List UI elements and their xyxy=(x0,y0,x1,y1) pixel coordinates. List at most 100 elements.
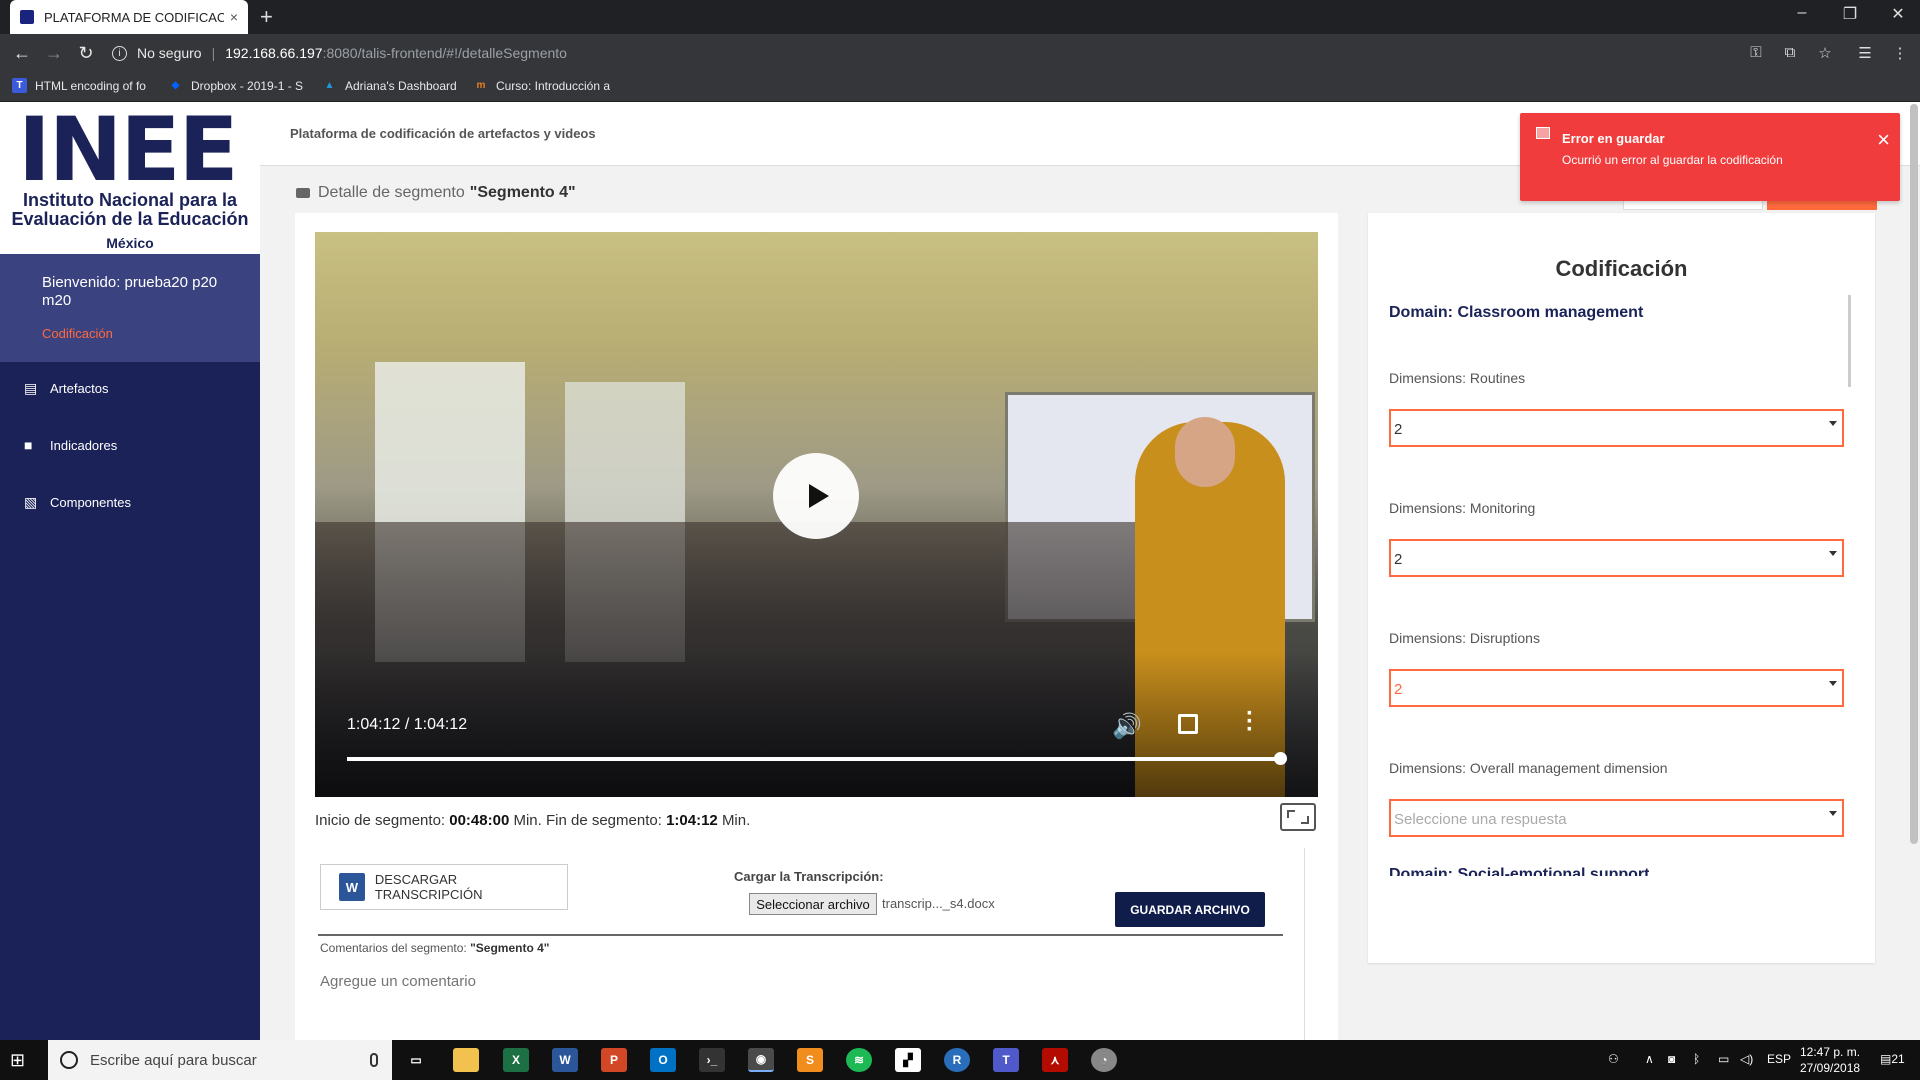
microphone-icon[interactable] xyxy=(370,1053,378,1067)
volume-icon[interactable]: 🔊 xyxy=(1112,712,1142,741)
clock[interactable]: 12:47 p. m. 27/09/2018 xyxy=(1800,1044,1860,1076)
sublime-icon[interactable]: S xyxy=(797,1048,823,1072)
tray-chevron-icon[interactable]: ∧ xyxy=(1645,1052,1654,1066)
language-indicator[interactable]: ESP xyxy=(1767,1052,1791,1066)
menu-kebab-icon[interactable]: ⋮ xyxy=(1890,44,1910,62)
minimize-icon[interactable]: – xyxy=(1782,4,1822,22)
sidebar-item-componentes[interactable]: ▧ Componentes xyxy=(24,494,131,510)
comments-segment-name: "Segmento 4" xyxy=(470,941,550,955)
monitoring-select[interactable]: 2 xyxy=(1389,539,1844,577)
bookmark-label: Dropbox - 2019-1 - S xyxy=(191,78,304,93)
page-scrollbar[interactable] xyxy=(1910,104,1918,844)
chevron-down-icon xyxy=(1829,551,1837,556)
download-transcript-label: DESCARGAR TRANSCRIPCIÓN xyxy=(374,872,483,902)
selected-file-name: transcrip..._s4.docx xyxy=(882,896,995,911)
tray-app-icon[interactable]: ◙ xyxy=(1668,1052,1675,1066)
save-file-button[interactable]: GUARDAR ARCHIVO xyxy=(1115,892,1265,927)
segment-end-label: Fin de segmento: xyxy=(545,812,662,829)
tab-close-icon[interactable]: × xyxy=(230,9,238,25)
domain-title: Domain: Social-emotional support xyxy=(1389,866,1650,876)
user-role[interactable]: Codificación xyxy=(42,326,113,341)
notification-count: 21 xyxy=(1891,1052,1905,1066)
teams-icon[interactable]: T xyxy=(993,1048,1019,1072)
video-time: 1:04:12 / 1:04:12 xyxy=(347,716,468,733)
task-view-icon[interactable]: ▭ xyxy=(403,1048,429,1072)
new-tab-button[interactable]: + xyxy=(260,4,273,30)
domain-title: Domain: Classroom management xyxy=(1389,304,1644,321)
close-icon[interactable]: × xyxy=(1877,127,1890,153)
sidebar-item-indicadores[interactable]: ■ Indicadores xyxy=(24,437,117,453)
expand-icon[interactable] xyxy=(1280,803,1316,831)
acrobat-icon[interactable]: ⋏ xyxy=(1042,1048,1068,1072)
upload-transcript-label: Cargar la Transcripción: xyxy=(734,869,884,884)
extension-icon[interactable]: ☰ xyxy=(1855,44,1875,62)
chrome-icon[interactable]: ◉ xyxy=(748,1048,774,1072)
speaker-icon[interactable]: ◁) xyxy=(1740,1052,1753,1066)
excel-icon[interactable]: X xyxy=(503,1048,529,1072)
taskbar-search[interactable]: Escribe aquí para buscar xyxy=(48,1040,392,1080)
windows-start-icon[interactable]: ⊞ xyxy=(10,1050,25,1071)
overall-management-select[interactable]: Seleccione una respuesta xyxy=(1389,799,1844,837)
play-button[interactable] xyxy=(773,453,859,539)
notifications-icon[interactable]: ▤21 xyxy=(1880,1052,1905,1066)
bookmark-label: Curso: Introducción a xyxy=(495,78,610,93)
powerpoint-icon[interactable]: P xyxy=(601,1048,627,1072)
site-favicon-icon xyxy=(20,10,34,24)
restore-icon[interactable]: ❐ xyxy=(1830,4,1870,24)
logo-text-line3: México xyxy=(106,235,154,251)
coding-panel xyxy=(1368,213,1875,963)
url-field[interactable]: i No seguro | 192.168.66.197 :8080/talis… xyxy=(112,40,1752,66)
network-icon[interactable]: ▭ xyxy=(1718,1052,1729,1066)
coding-scrollbar[interactable] xyxy=(1848,295,1851,387)
error-image-icon xyxy=(1536,127,1550,139)
page-title-prefix: Detalle de segmento xyxy=(318,184,465,201)
key-icon[interactable]: ⚿ xyxy=(1746,44,1766,61)
sticky-notes-icon[interactable]: ▞ xyxy=(895,1048,921,1072)
bookmark-item[interactable]: ▲ Adriana's Dashboard xyxy=(322,78,462,93)
bookmark-item[interactable]: T HTML encoding of fo xyxy=(12,78,152,93)
r-icon[interactable]: R xyxy=(944,1048,970,1072)
back-icon[interactable]: ← xyxy=(10,43,34,64)
info-icon[interactable]: i xyxy=(112,45,127,61)
video-more-icon[interactable]: · · · xyxy=(1246,702,1254,742)
video-progress-bar[interactable] xyxy=(347,757,1280,761)
divider xyxy=(1304,848,1305,1040)
file-explorer-icon[interactable] xyxy=(453,1048,479,1072)
word-icon[interactable]: W xyxy=(552,1048,578,1072)
coding-title: Codificación xyxy=(1555,256,1688,281)
outlook-icon[interactable]: O xyxy=(650,1048,676,1072)
terminal-icon[interactable]: ›_ xyxy=(699,1048,725,1072)
video-progress-knob[interactable] xyxy=(1274,752,1287,765)
error-toast: Error en guardar Ocurrió un error al gua… xyxy=(1520,113,1900,201)
choose-file-button[interactable]: Seleccionar archivo xyxy=(749,893,877,915)
app-icon[interactable]: ◔ xyxy=(1091,1048,1117,1072)
translate-icon[interactable]: ⧉ xyxy=(1780,44,1800,61)
segment-start-value: 00:48:00 xyxy=(449,812,510,829)
tab-title: PLATAFORMA DE CODIFICACIÓN xyxy=(44,9,224,25)
welcome-text: Bienvenido: prueba20 p20 m20 xyxy=(42,274,218,309)
clock-date: 27/09/2018 xyxy=(1800,1061,1861,1075)
spotify-icon[interactable]: ≋ xyxy=(846,1048,872,1072)
chevron-down-icon xyxy=(1829,681,1837,686)
comment-input[interactable] xyxy=(320,970,1260,992)
forward-icon[interactable]: → xyxy=(42,43,66,64)
fullscreen-icon[interactable] xyxy=(1178,714,1198,734)
bookmark-star-icon[interactable]: ☆ xyxy=(1815,44,1835,62)
bluetooth-icon[interactable]: ᛒ xyxy=(1693,1052,1700,1066)
bookmark-item[interactable]: m Curso: Introducción a xyxy=(474,78,610,93)
sidebar-item-label: Artefactos xyxy=(50,380,109,396)
disruptions-select[interactable]: 2 xyxy=(1389,669,1844,707)
download-transcript-button[interactable]: W DESCARGAR TRANSCRIPCIÓN xyxy=(320,864,568,910)
sidebar: INEE Instituto Nacional para la Evaluaci… xyxy=(0,102,260,1040)
browser-tab[interactable]: PLATAFORMA DE CODIFICACIÓN × xyxy=(10,0,248,34)
bookmark-item[interactable]: ◆ Dropbox - 2019-1 - S xyxy=(168,78,308,93)
routines-select[interactable]: 2 xyxy=(1389,409,1844,447)
cortana-icon xyxy=(60,1051,78,1069)
reload-icon[interactable]: ↻ xyxy=(74,43,98,64)
people-icon[interactable]: ⚇ xyxy=(1608,1052,1619,1066)
chevron-down-icon xyxy=(1829,811,1837,816)
sidebar-item-artefactos[interactable]: ▤ Artefactos xyxy=(24,380,109,396)
close-window-icon[interactable]: ✕ xyxy=(1878,4,1918,24)
video-camera-icon: ■ xyxy=(24,437,33,453)
select-value: 2 xyxy=(1394,681,1403,698)
